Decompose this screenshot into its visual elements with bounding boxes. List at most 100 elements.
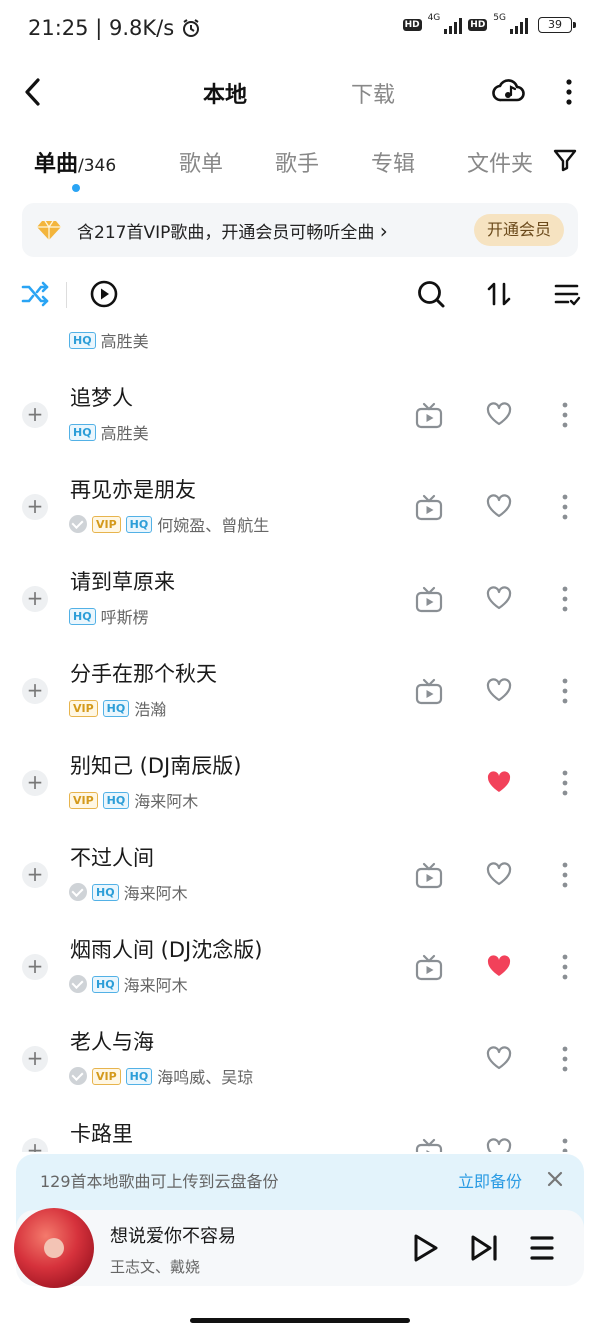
song-title: 卡路里 <box>70 1122 133 1146</box>
hq-badge: HQ <box>69 607 96 625</box>
song-title: 追梦人 <box>70 386 133 410</box>
heart-filled-icon[interactable] <box>485 768 513 796</box>
heart-icon[interactable] <box>485 676 513 704</box>
song-row[interactable]: + 老人与海 VIP HQ 海鸣威、吴琼 <box>0 1014 600 1106</box>
song-title: 烟雨人间 (DJ沈念版) <box>70 938 263 962</box>
mv-video-icon[interactable] <box>415 678 443 706</box>
hq-badge: HQ <box>125 515 153 533</box>
mv-video-icon[interactable] <box>415 586 443 614</box>
song-more-icon[interactable] <box>556 1044 574 1074</box>
add-to-playlist-button[interactable]: + <box>22 586 48 612</box>
hq-badge: HQ <box>125 1067 153 1085</box>
song-more-icon[interactable] <box>556 676 574 706</box>
heart-icon[interactable] <box>485 1136 513 1152</box>
album-cover[interactable] <box>14 1208 94 1288</box>
song-artist: 浩瀚 <box>134 700 167 719</box>
song-more-icon[interactable] <box>556 860 574 890</box>
more-vertical-icon[interactable] <box>558 76 580 108</box>
song-row[interactable]: + 请到草原来 HQ 呼斯楞 <box>0 554 600 646</box>
vip-badge: VIP <box>69 699 98 717</box>
filter-icon[interactable] <box>552 146 578 174</box>
vip-badge: VIP <box>69 791 98 809</box>
add-to-playlist-button[interactable]: + <box>22 770 48 796</box>
heart-filled-icon[interactable] <box>485 952 513 980</box>
vip-banner[interactable]: 含217首VIP歌曲，开通会员可畅听全曲 › 开通会员 <box>22 203 578 257</box>
mv-video-icon[interactable] <box>415 862 443 890</box>
mv-video-icon[interactable] <box>415 954 443 982</box>
song-row[interactable]: + 追梦人 HQ 高胜美 <box>0 370 600 462</box>
shuffle-icon[interactable] <box>20 279 50 309</box>
song-more-icon[interactable] <box>556 400 574 430</box>
chevron-right-icon: › <box>379 219 388 243</box>
song-artist: 海来阿木 <box>123 884 188 903</box>
tab-download[interactable]: 下载 <box>351 77 395 109</box>
hd-badge-1: HD <box>402 19 422 31</box>
downloaded-check-icon <box>69 975 87 993</box>
mv-video-icon[interactable] <box>415 402 443 430</box>
song-artist: 海来阿木 <box>134 792 199 811</box>
mv-video-icon[interactable] <box>415 494 443 522</box>
song-meta: HQ 海来阿木 <box>69 972 188 996</box>
search-icon[interactable] <box>416 279 446 309</box>
song-row[interactable]: + 卡路里 <box>0 1106 600 1152</box>
song-meta: VIP HQ 何婉盈、曾航生 <box>69 512 269 536</box>
vip-banner-message: 含217首VIP歌曲，开通会员可畅听全曲 <box>77 223 375 243</box>
add-to-playlist-button[interactable]: + <box>22 402 48 428</box>
backup-now-button[interactable]: 立即备份 <box>458 1168 522 1192</box>
play-all-icon[interactable] <box>89 279 119 309</box>
tab-singers[interactable]: 歌手 <box>275 146 319 178</box>
heart-icon[interactable] <box>485 1044 513 1072</box>
song-title: 不过人间 <box>70 846 154 870</box>
cloud-music-icon[interactable] <box>492 75 526 107</box>
song-more-icon[interactable] <box>556 492 574 522</box>
add-to-playlist-button[interactable]: + <box>22 862 48 888</box>
category-tabs: 单曲/346 歌单 歌手 专辑 文件夹 <box>0 140 600 200</box>
song-more-icon[interactable] <box>556 952 574 982</box>
close-icon[interactable] <box>546 1170 564 1188</box>
hq-badge: HQ <box>69 331 96 349</box>
song-title: 再见亦是朋友 <box>70 478 196 502</box>
back-arrow-icon[interactable] <box>18 74 48 110</box>
vip-banner-text: 含217首VIP歌曲，开通会员可畅听全曲 › <box>77 218 388 243</box>
song-row[interactable]: + 不过人间 HQ 海来阿木 <box>0 830 600 922</box>
heart-icon[interactable] <box>485 584 513 612</box>
mini-player[interactable]: 想说爱你不容易 王志文、戴娆 <box>14 1208 584 1288</box>
tab-playlists[interactable]: 歌单 <box>179 146 223 178</box>
song-row[interactable]: + 烟雨人间 (DJ沈念版) HQ 海来阿木 <box>0 922 600 1014</box>
hq-badge: HQ <box>92 975 119 993</box>
play-icon[interactable] <box>409 1232 441 1264</box>
status-bar: 21:25 | 9.8K/s HD 4G HD 5G 39 <box>0 0 600 58</box>
sort-icon[interactable] <box>484 279 514 309</box>
tab-folders[interactable]: 文件夹 <box>467 146 533 178</box>
next-track-icon[interactable] <box>468 1232 500 1264</box>
hq-badge: HQ <box>92 883 119 901</box>
tab-local[interactable]: 本地 <box>203 77 247 109</box>
mv-video-icon[interactable] <box>415 1138 443 1152</box>
tab-songs[interactable]: 单曲/346 <box>34 146 116 178</box>
song-row[interactable]: HQ 高胜美 <box>0 322 600 370</box>
vip-badge: VIP <box>92 1067 121 1085</box>
song-title: 老人与海 <box>70 1030 154 1054</box>
heart-icon[interactable] <box>485 400 513 428</box>
tab-albums[interactable]: 专辑 <box>371 146 415 178</box>
song-meta: VIP HQ 海鸣威、吴琼 <box>69 1064 253 1088</box>
song-artist: 何婉盈、曾航生 <box>157 516 270 535</box>
song-more-icon[interactable] <box>556 768 574 798</box>
open-vip-button[interactable]: 开通会员 <box>473 214 564 246</box>
network-4g-label: 4G <box>427 13 441 23</box>
diamond-icon <box>37 220 61 240</box>
add-to-playlist-button[interactable]: + <box>22 1138 48 1152</box>
song-row[interactable]: + 再见亦是朋友 VIP HQ 何婉盈、曾航生 <box>0 462 600 554</box>
heart-icon[interactable] <box>485 492 513 520</box>
playlist-queue-icon[interactable] <box>526 1232 558 1264</box>
heart-icon[interactable] <box>485 860 513 888</box>
song-more-icon[interactable] <box>556 584 574 614</box>
song-row[interactable]: + 分手在那个秋天 VIP HQ 浩瀚 <box>0 646 600 738</box>
batch-manage-icon[interactable] <box>552 279 582 309</box>
song-row[interactable]: + 别知己 (DJ南辰版) VIP HQ 海来阿木 <box>0 738 600 830</box>
add-to-playlist-button[interactable]: + <box>22 678 48 704</box>
add-to-playlist-button[interactable]: + <box>22 954 48 980</box>
song-more-icon[interactable] <box>556 1136 574 1152</box>
add-to-playlist-button[interactable]: + <box>22 494 48 520</box>
add-to-playlist-button[interactable]: + <box>22 1046 48 1072</box>
